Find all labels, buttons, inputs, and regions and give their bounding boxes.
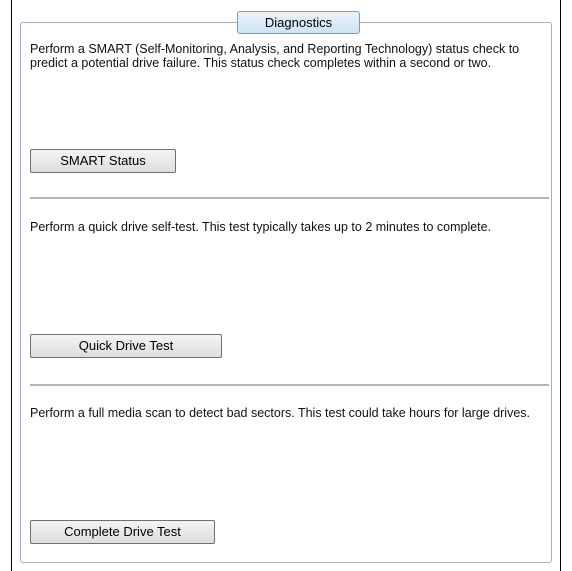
smart-status-description: Perform a SMART (Self-Monitoring, Analys… <box>30 42 520 70</box>
diagnostics-panel <box>20 22 552 563</box>
section-divider <box>30 384 549 386</box>
complete-drive-test-description: Perform a full media scan to detect bad … <box>30 406 531 420</box>
quick-drive-test-button[interactable]: Quick Drive Test <box>30 334 222 358</box>
panel-title: Diagnostics <box>237 11 360 34</box>
quick-drive-test-description: Perform a quick drive self-test. This te… <box>30 220 492 234</box>
smart-status-button[interactable]: SMART Status <box>30 149 176 173</box>
section-divider <box>30 197 549 199</box>
complete-drive-test-button[interactable]: Complete Drive Test <box>30 520 215 544</box>
